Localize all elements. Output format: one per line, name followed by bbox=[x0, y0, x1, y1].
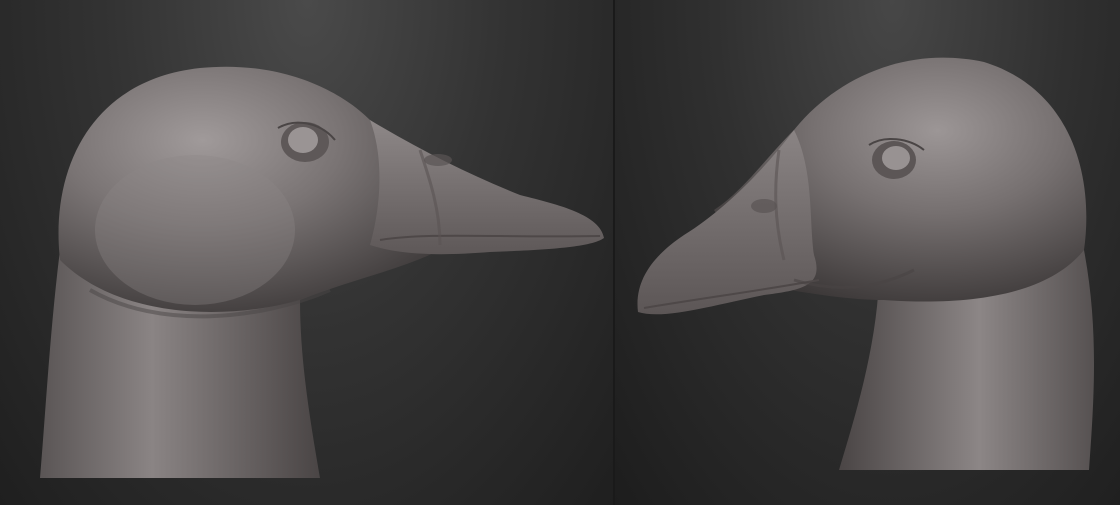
right-view-panel bbox=[614, 0, 1120, 505]
duck-head-sculpt-right-facing bbox=[40, 66, 604, 478]
beak-shape bbox=[370, 120, 604, 255]
render-stage bbox=[0, 0, 1120, 505]
left-view-panel bbox=[0, 0, 614, 505]
duck-head-sculpt-left-facing bbox=[637, 57, 1094, 470]
beak-shape bbox=[637, 130, 817, 315]
view-divider bbox=[613, 0, 615, 505]
